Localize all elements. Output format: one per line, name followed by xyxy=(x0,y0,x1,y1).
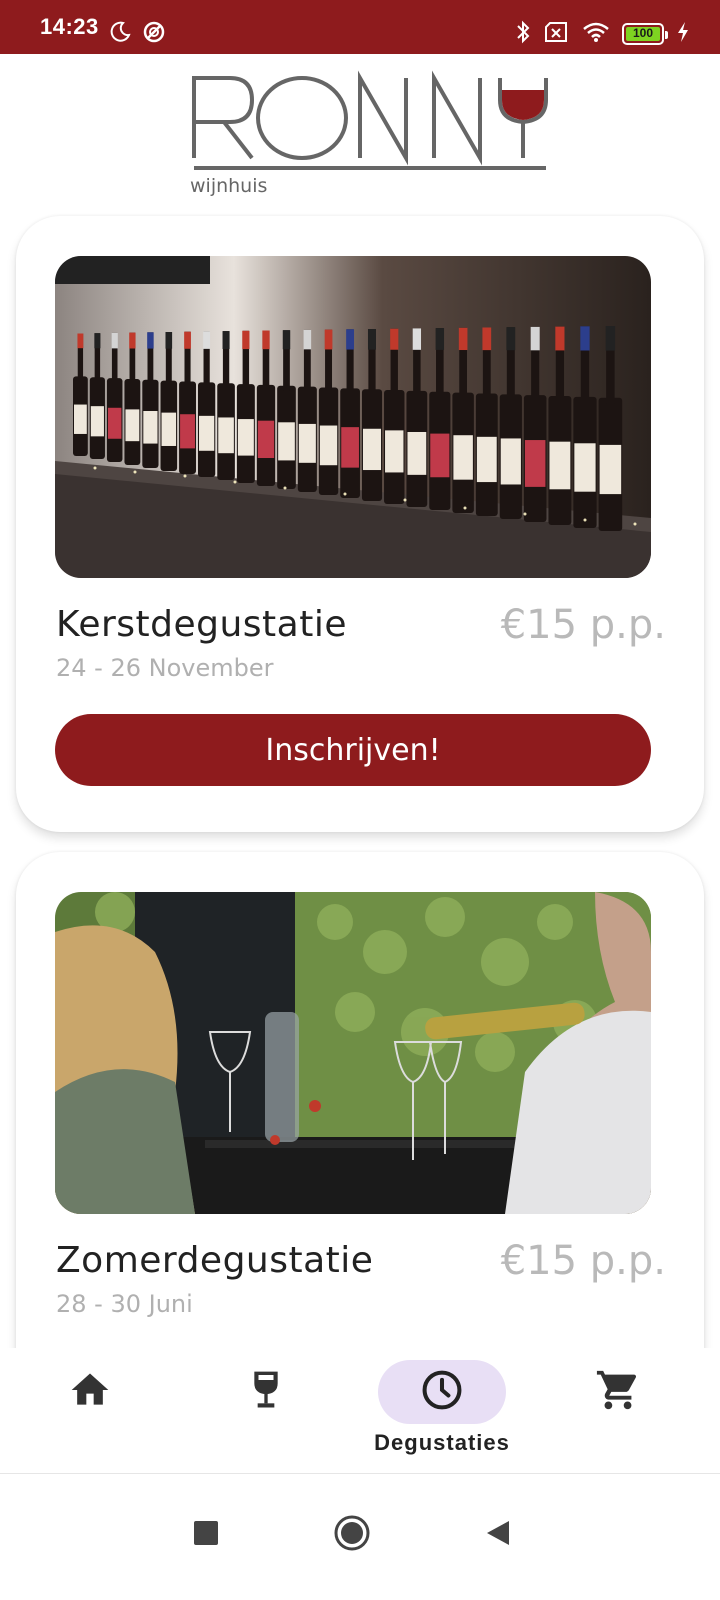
event-date: 24 - 26 November xyxy=(56,654,274,682)
do-not-disturb-icon xyxy=(142,20,166,48)
back-icon xyxy=(485,1519,511,1551)
logo-subtitle: wijnhuis xyxy=(190,175,267,197)
clock-icon xyxy=(420,1368,464,1416)
ronny-wijnhuis-logo: wijnhuis xyxy=(190,70,550,200)
wine-glass-icon xyxy=(246,1368,286,1416)
event-price: €15 p.p. xyxy=(500,1238,666,1284)
nav-item-wines[interactable] xyxy=(176,1360,356,1460)
recents-button[interactable] xyxy=(176,1505,236,1565)
event-card: Zomerdegustatie €15 p.p. 28 - 30 Juni xyxy=(16,852,704,1348)
battery-level: 100 xyxy=(632,26,654,40)
charging-icon xyxy=(676,21,690,47)
home-circle-icon xyxy=(333,1514,371,1556)
cart-icon xyxy=(595,1367,641,1417)
recents-icon xyxy=(193,1520,219,1550)
event-list[interactable]: Kerstdegustatie €15 p.p. 24 - 26 Novembe… xyxy=(0,200,720,1348)
sim-off-icon xyxy=(544,21,570,47)
wifi-icon xyxy=(582,21,610,47)
nav-label-degustaties: Degustaties xyxy=(374,1430,510,1455)
home-system-button[interactable] xyxy=(322,1505,382,1565)
nav-item-cart[interactable] xyxy=(528,1360,708,1460)
status-right-icons: 100 xyxy=(514,20,690,48)
moon-icon xyxy=(108,20,132,48)
home-icon xyxy=(68,1368,112,1416)
back-button[interactable] xyxy=(468,1505,528,1565)
event-image-wine-bottles xyxy=(55,256,651,578)
event-price: €15 p.p. xyxy=(500,602,666,648)
nav-item-home[interactable] xyxy=(0,1360,180,1460)
battery-icon: 100 xyxy=(622,23,668,45)
event-title: Zomerdegustatie xyxy=(56,1240,374,1281)
event-date: 28 - 30 Juni xyxy=(56,1290,193,1318)
bluetooth-icon xyxy=(514,20,532,48)
nav-item-degustaties[interactable]: Degustaties xyxy=(352,1360,532,1460)
event-card: Kerstdegustatie €15 p.p. 24 - 26 Novembe… xyxy=(16,216,704,832)
bottom-navigation: Degustaties xyxy=(0,1348,720,1474)
status-left-icons xyxy=(108,20,166,48)
event-image-wine-tasting xyxy=(55,892,651,1214)
status-bar: 14:23 100 xyxy=(0,0,720,54)
status-time: 14:23 xyxy=(40,14,99,39)
event-title: Kerstdegustatie xyxy=(56,604,347,645)
register-button[interactable]: Inschrijven! xyxy=(55,714,651,786)
system-navigation-bar xyxy=(0,1475,720,1600)
